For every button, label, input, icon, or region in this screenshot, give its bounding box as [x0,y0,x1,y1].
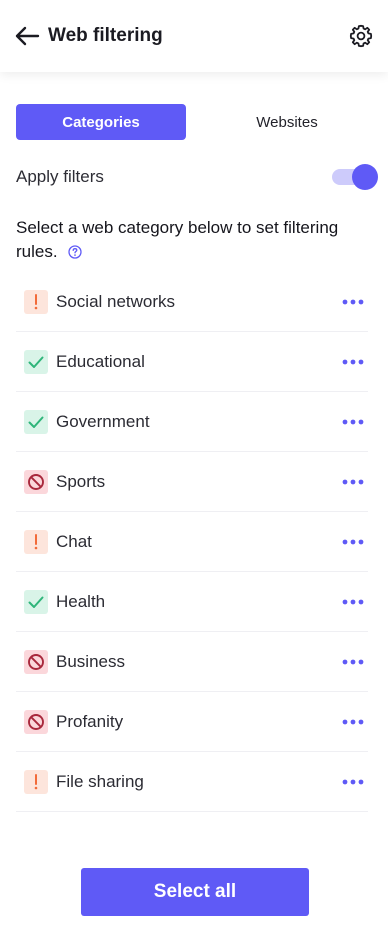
category-label: Health [56,592,106,611]
category-label: File sharing [56,772,144,791]
more-dots-icon [342,299,364,305]
question-circle-icon[interactable] [68,245,82,259]
category-row-profanity[interactable]: Profanity [16,692,368,752]
block-badge [24,470,48,494]
settings-button[interactable] [346,21,376,51]
prohibited-icon [28,714,44,730]
allow-badge [24,590,48,614]
block-badge [24,710,48,734]
apply-filters-row: Apply filters [16,162,378,192]
back-button[interactable] [12,21,42,51]
category-row-social-networks[interactable]: Social networks [16,272,368,332]
more-dots-icon [342,599,364,605]
more-options-button[interactable] [342,472,364,492]
more-options-button[interactable] [342,352,364,372]
category-label: Government [56,412,150,431]
more-dots-icon [342,539,364,545]
more-options-button[interactable] [342,652,364,672]
instructions-text: Select a web category below to set filte… [16,216,376,264]
exclamation-icon [34,774,38,790]
more-dots-icon [342,359,364,365]
category-row-file-sharing[interactable]: File sharing [16,752,368,812]
warning-badge [24,530,48,554]
category-label: Business [56,652,125,671]
prohibited-icon [28,654,44,670]
prohibited-icon [28,474,44,490]
toggle-knob [352,164,378,190]
more-dots-icon [342,419,364,425]
more-dots-icon [342,659,364,665]
tab-categories[interactable]: Categories [16,104,186,140]
select-all-button[interactable]: Select all [81,868,309,916]
category-label: Profanity [56,712,124,731]
category-label: Chat [56,532,92,551]
more-options-button[interactable] [342,292,364,312]
category-label: Educational [56,352,145,371]
apply-filters-toggle[interactable] [332,164,378,190]
allow-badge [24,350,48,374]
page-title: Web filtering [48,25,163,46]
tab-bar: Categories Websites [16,104,372,140]
more-options-button[interactable] [342,592,364,612]
more-options-button[interactable] [342,712,364,732]
more-dots-icon [342,779,364,785]
category-row-health[interactable]: Health [16,572,368,632]
checkmark-icon [28,356,44,368]
more-dots-icon [342,479,364,485]
category-label: Social networks [56,292,176,311]
more-options-button[interactable] [342,772,364,792]
warning-badge [24,770,48,794]
allow-badge [24,410,48,434]
instructions-label: Select a web category below to set filte… [16,218,339,261]
arrow-left-icon [15,26,40,46]
category-row-educational[interactable]: Educational [16,332,368,392]
checkmark-icon [28,596,44,608]
tab-websites[interactable]: Websites [202,104,372,140]
category-list: Social networks Educational Government S… [16,272,368,812]
gear-icon [349,24,373,48]
exclamation-icon [34,534,38,550]
block-badge [24,650,48,674]
category-label: Sports [56,472,106,491]
warning-badge [24,290,48,314]
more-options-button[interactable] [342,532,364,552]
exclamation-icon [34,294,38,310]
more-dots-icon [342,719,364,725]
category-row-business[interactable]: Business [16,632,368,692]
apply-filters-label: Apply filters [16,167,104,186]
more-options-button[interactable] [342,412,364,432]
category-row-government[interactable]: Government [16,392,368,452]
category-row-sports[interactable]: Sports [16,452,368,512]
category-row-chat[interactable]: Chat [16,512,368,572]
checkmark-icon [28,416,44,428]
app-header: Web filtering [0,0,388,72]
